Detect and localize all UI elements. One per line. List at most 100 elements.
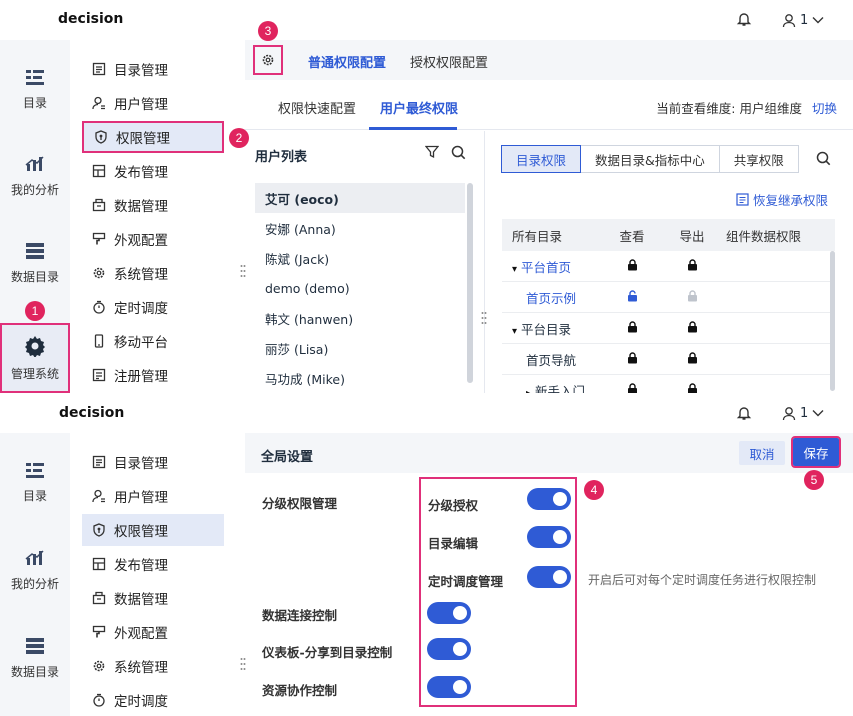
filter-icon[interactable] (425, 145, 439, 159)
step-badge-1: 1 (25, 301, 45, 321)
permission-panel: decision 1 目录 我的分析 数据目录 管理系统 1 目录管理 用户管理… (0, 0, 853, 393)
menu-item-appearance[interactable]: 外观配置 (82, 223, 224, 255)
rail-item-data-catalog[interactable]: 数据目录 (0, 637, 70, 680)
menu-item-publish-mgmt[interactable]: 发布管理 (82, 548, 224, 580)
table-row[interactable]: ▾ 平台目录 (502, 313, 835, 344)
menu-item-schedule[interactable]: 定时调度 (82, 291, 224, 323)
menu-item-user-mgmt[interactable]: 用户管理 (82, 87, 224, 119)
bell-icon[interactable] (736, 405, 752, 421)
rail-item-analysis[interactable]: 我的分析 (0, 155, 70, 198)
menu-item-publish-mgmt[interactable]: 发布管理 (82, 155, 224, 187)
gear-icon (262, 54, 274, 66)
tab-data-catalog[interactable]: 数据目录&指标中心 (580, 145, 720, 173)
tab-quick-config[interactable]: 权限快速配置 (278, 98, 356, 117)
left-rail: 目录 我的分析 数据目录 (0, 433, 70, 716)
toggle-schedule-mgmt[interactable] (527, 566, 571, 588)
search-icon[interactable] (816, 151, 831, 166)
user-row[interactable]: 安娜 (Anna) (255, 213, 465, 243)
rail-label: 目录 (22, 489, 47, 503)
admin-menu: 目录管理 用户管理 权限管理 发布管理 数据管理 外观配置 系统管理 定时调度 … (70, 40, 245, 393)
dimension-label: 当前查看维度: 用户组维度 (656, 101, 802, 116)
lock-icon[interactable] (602, 320, 662, 336)
drag-handle-icon[interactable] (240, 657, 246, 671)
timer-icon (93, 693, 105, 707)
unlock-icon[interactable] (602, 289, 662, 305)
section-label-hierarchy: 分级权限管理 (262, 496, 338, 511)
toggle-catalog-edit[interactable] (527, 526, 571, 548)
sub-tabs: 权限快速配置 用户最终权限 当前查看维度: 用户组维度 切换 (245, 80, 853, 130)
tab-catalog-permission[interactable]: 目录权限 (501, 145, 582, 173)
toggle-data-connection[interactable] (427, 602, 471, 624)
rail-item-catalog[interactable]: 目录 (0, 68, 70, 111)
tab-share-permission[interactable]: 共享权限 (718, 145, 799, 173)
rail-item-catalog[interactable]: 目录 (0, 461, 70, 504)
tab-underline (369, 127, 457, 130)
menu-item-mobile[interactable]: 移动平台 (82, 325, 224, 357)
menu-item-system-mgmt[interactable]: 系统管理 (82, 650, 224, 682)
scrollbar[interactable] (830, 251, 835, 391)
switch-link[interactable]: 切换 (812, 101, 837, 116)
user-row[interactable]: 马功成 (Mike) (255, 363, 465, 393)
user-icon (92, 489, 105, 503)
chart-icon (25, 156, 44, 171)
menu-item-catalog-mgmt[interactable]: 目录管理 (82, 53, 224, 85)
publish-icon (92, 557, 106, 571)
menu-item-register[interactable]: 注册管理 (82, 359, 224, 391)
user-icon (782, 13, 796, 27)
rail-label: 我的分析 (10, 183, 59, 197)
menu-item-catalog-mgmt[interactable]: 目录管理 (82, 446, 224, 478)
table-row[interactable]: 首页导航 (502, 344, 835, 375)
caret-down-icon[interactable]: ▾ (512, 264, 517, 275)
save-button[interactable]: 保存 (791, 436, 841, 468)
menu-item-data-mgmt[interactable]: 数据管理 (82, 189, 224, 221)
menu-item-appearance[interactable]: 外观配置 (82, 616, 224, 648)
table-row[interactable]: ▸ 新手入门 (502, 375, 835, 393)
toggle-resource-collab[interactable] (427, 676, 471, 698)
tab-final-permission[interactable]: 用户最终权限 (380, 98, 458, 117)
user-menu[interactable]: 1 (782, 404, 824, 422)
menu-item-data-mgmt[interactable]: 数据管理 (82, 582, 224, 614)
user-row[interactable]: 陈斌 (Jack) (255, 243, 465, 273)
lock-icon[interactable] (602, 382, 662, 393)
step-badge-3: 3 (258, 21, 278, 41)
toggle-dashboard-share[interactable] (427, 638, 471, 660)
setting-label: 仪表板-分享到目录控制 (262, 645, 393, 660)
lock-icon[interactable] (662, 289, 722, 305)
user-menu[interactable]: 1 (782, 11, 824, 29)
user-row[interactable]: 丽莎 (Lisa) (255, 333, 465, 363)
rail-label: 数据目录 (10, 270, 59, 284)
user-list-panel: 用户列表 艾可 (eoco) 安娜 (Anna) 陈斌 (Jack) demo … (245, 131, 485, 393)
user-row[interactable]: 艾可 (eoco) (255, 183, 465, 213)
lock-icon[interactable] (662, 382, 722, 393)
rail-item-admin[interactable]: 管理系统 (0, 323, 70, 393)
cancel-button[interactable]: 取消 (739, 441, 785, 465)
lock-icon[interactable] (662, 320, 722, 336)
menu-item-schedule[interactable]: 定时调度 (82, 684, 224, 716)
menu-item-permission-mgmt[interactable]: 权限管理 (82, 121, 224, 153)
rail-item-analysis[interactable]: 我的分析 (0, 549, 70, 592)
rail-label: 我的分析 (10, 577, 59, 591)
menu-item-system-mgmt[interactable]: 系统管理 (82, 257, 224, 289)
lock-icon[interactable] (662, 351, 722, 367)
lock-icon[interactable] (602, 258, 662, 274)
toggle-hierarchy-grant[interactable] (527, 488, 571, 510)
scrollbar[interactable] (467, 183, 473, 383)
search-icon[interactable] (451, 145, 466, 160)
tab-grant-permission[interactable]: 授权权限配置 (410, 52, 488, 71)
menu-item-user-mgmt[interactable]: 用户管理 (82, 480, 224, 512)
table-row[interactable]: 首页示例 (502, 282, 835, 313)
settings-button[interactable] (253, 45, 283, 75)
tab-normal-permission[interactable]: 普通权限配置 (308, 52, 386, 71)
user-row[interactable]: 韩文 (hanwen) (255, 303, 465, 333)
top-bar: decision 1 (0, 393, 853, 433)
table-row[interactable]: ▾ 平台首页 (502, 251, 835, 282)
caret-down-icon[interactable]: ▾ (512, 326, 517, 337)
bell-icon[interactable] (736, 11, 752, 27)
restore-inherit-button[interactable]: 恢复继承权限 (736, 190, 828, 209)
mobile-icon (94, 334, 104, 348)
lock-icon[interactable] (662, 258, 722, 274)
rail-item-data-catalog[interactable]: 数据目录 (0, 242, 70, 285)
menu-item-permission-mgmt[interactable]: 权限管理 (82, 514, 224, 546)
user-row[interactable]: demo (demo) (255, 273, 465, 303)
lock-icon[interactable] (602, 351, 662, 367)
